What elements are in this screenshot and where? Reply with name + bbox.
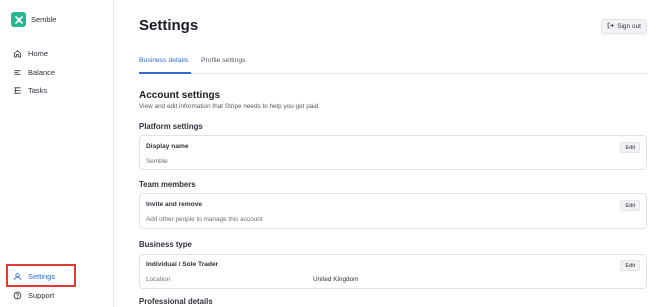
edit-team-button[interactable]: Edit — [620, 200, 640, 211]
active-tab-indicator — [139, 72, 191, 74]
account-settings-subtitle: View and edit information that Stripe ne… — [139, 103, 319, 110]
edit-display-name-button[interactable]: Edit — [620, 142, 640, 153]
sign-out-button[interactable]: Sign out — [601, 19, 647, 34]
tab-profile-settings[interactable]: Profile settings — [201, 57, 246, 64]
tasks-icon — [12, 85, 22, 95]
sidebar-item-balance[interactable]: Balance — [12, 67, 55, 77]
help-icon — [12, 290, 22, 300]
card-title: Display name — [146, 143, 189, 150]
card-value: Semble — [146, 158, 168, 165]
page-title: Settings — [139, 17, 199, 34]
sidebar-item-label: Support — [28, 290, 55, 300]
business-type-heading: Business type — [139, 240, 192, 249]
sidebar-item-label: Tasks — [28, 85, 48, 95]
sidebar: Semble Home Balance Tasks Settings Suppo… — [0, 0, 114, 307]
platform-settings-heading: Platform settings — [139, 122, 203, 131]
sidebar-item-label: Balance — [28, 67, 56, 77]
brand[interactable]: Semble — [11, 12, 56, 27]
sidebar-item-label: Home — [28, 48, 49, 58]
account-settings-heading: Account settings — [139, 90, 221, 101]
edit-business-type-button[interactable]: Edit — [620, 260, 640, 271]
card-title: Individual / Sole Trader — [146, 261, 219, 268]
semble-logo-icon — [11, 12, 26, 27]
professional-details-heading: Professional details — [139, 297, 213, 306]
home-icon — [12, 48, 22, 58]
card-value: Add other people to manage this account — [146, 216, 263, 223]
sign-out-icon — [607, 22, 614, 31]
brand-name: Semble — [31, 15, 57, 24]
card-title: Invite and remove — [146, 201, 203, 208]
location-label: Location — [146, 276, 171, 283]
location-value: United Kingdom — [313, 276, 359, 283]
tab-bar: Business details Profile settings — [139, 56, 647, 74]
business-type-card: Individual / Sole Trader Location United… — [139, 254, 647, 289]
settings-highlight-box — [6, 264, 76, 287]
display-name-card: Display name Semble Edit — [139, 135, 647, 170]
sidebar-item-home[interactable]: Home — [12, 48, 48, 58]
sign-out-label: Sign out — [617, 23, 641, 30]
balance-icon — [12, 67, 22, 77]
sidebar-item-support[interactable]: Support — [12, 290, 54, 300]
sidebar-item-tasks[interactable]: Tasks — [12, 85, 47, 95]
invite-card: Invite and remove Add other people to ma… — [139, 193, 647, 229]
team-members-heading: Team members — [139, 180, 196, 189]
main-content: Settings Sign out Business details Profi… — [139, 0, 647, 307]
tab-business-details[interactable]: Business details — [139, 57, 188, 64]
